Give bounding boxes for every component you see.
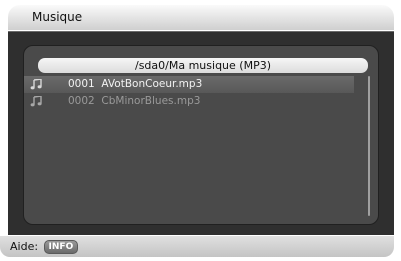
info-key-icon: INFO xyxy=(43,240,79,254)
list-item[interactable]: 0002 CbMinorBlues.mp3 xyxy=(24,93,354,110)
help-label: Aide: xyxy=(10,240,39,253)
music-note-icon xyxy=(30,96,42,107)
path-header: /sda0/Ma musique (MP3) xyxy=(38,58,368,73)
file-label: 0002 CbMinorBlues.mp3 xyxy=(68,93,200,110)
main-frame: /sda0/Ma musique (MP3) 0001 AVotBonCoeur… xyxy=(8,31,394,235)
file-list: 0001 AVotBonCoeur.mp3 0002 CbMinorBlues.… xyxy=(24,76,354,110)
window-title: Musique xyxy=(32,10,83,24)
music-note-icon xyxy=(30,79,42,90)
file-number: 0002 xyxy=(68,95,95,107)
help-bar: Aide: INFO xyxy=(0,236,394,257)
file-browser-panel: /sda0/Ma musique (MP3) 0001 AVotBonCoeur… xyxy=(23,45,379,225)
list-item[interactable]: 0001 AVotBonCoeur.mp3 xyxy=(24,76,354,93)
music-browser-screen: Musique /sda0/Ma musique (MP3) 0001 AVot… xyxy=(0,0,401,261)
file-number: 0001 xyxy=(68,78,95,90)
scrollbar[interactable] xyxy=(368,76,370,216)
title-bar: Musique xyxy=(8,5,394,30)
current-path: /sda0/Ma musique (MP3) xyxy=(135,59,271,72)
file-name: CbMinorBlues.mp3 xyxy=(101,95,201,107)
file-name: AVotBonCoeur.mp3 xyxy=(101,78,203,90)
file-label: 0001 AVotBonCoeur.mp3 xyxy=(68,76,202,93)
